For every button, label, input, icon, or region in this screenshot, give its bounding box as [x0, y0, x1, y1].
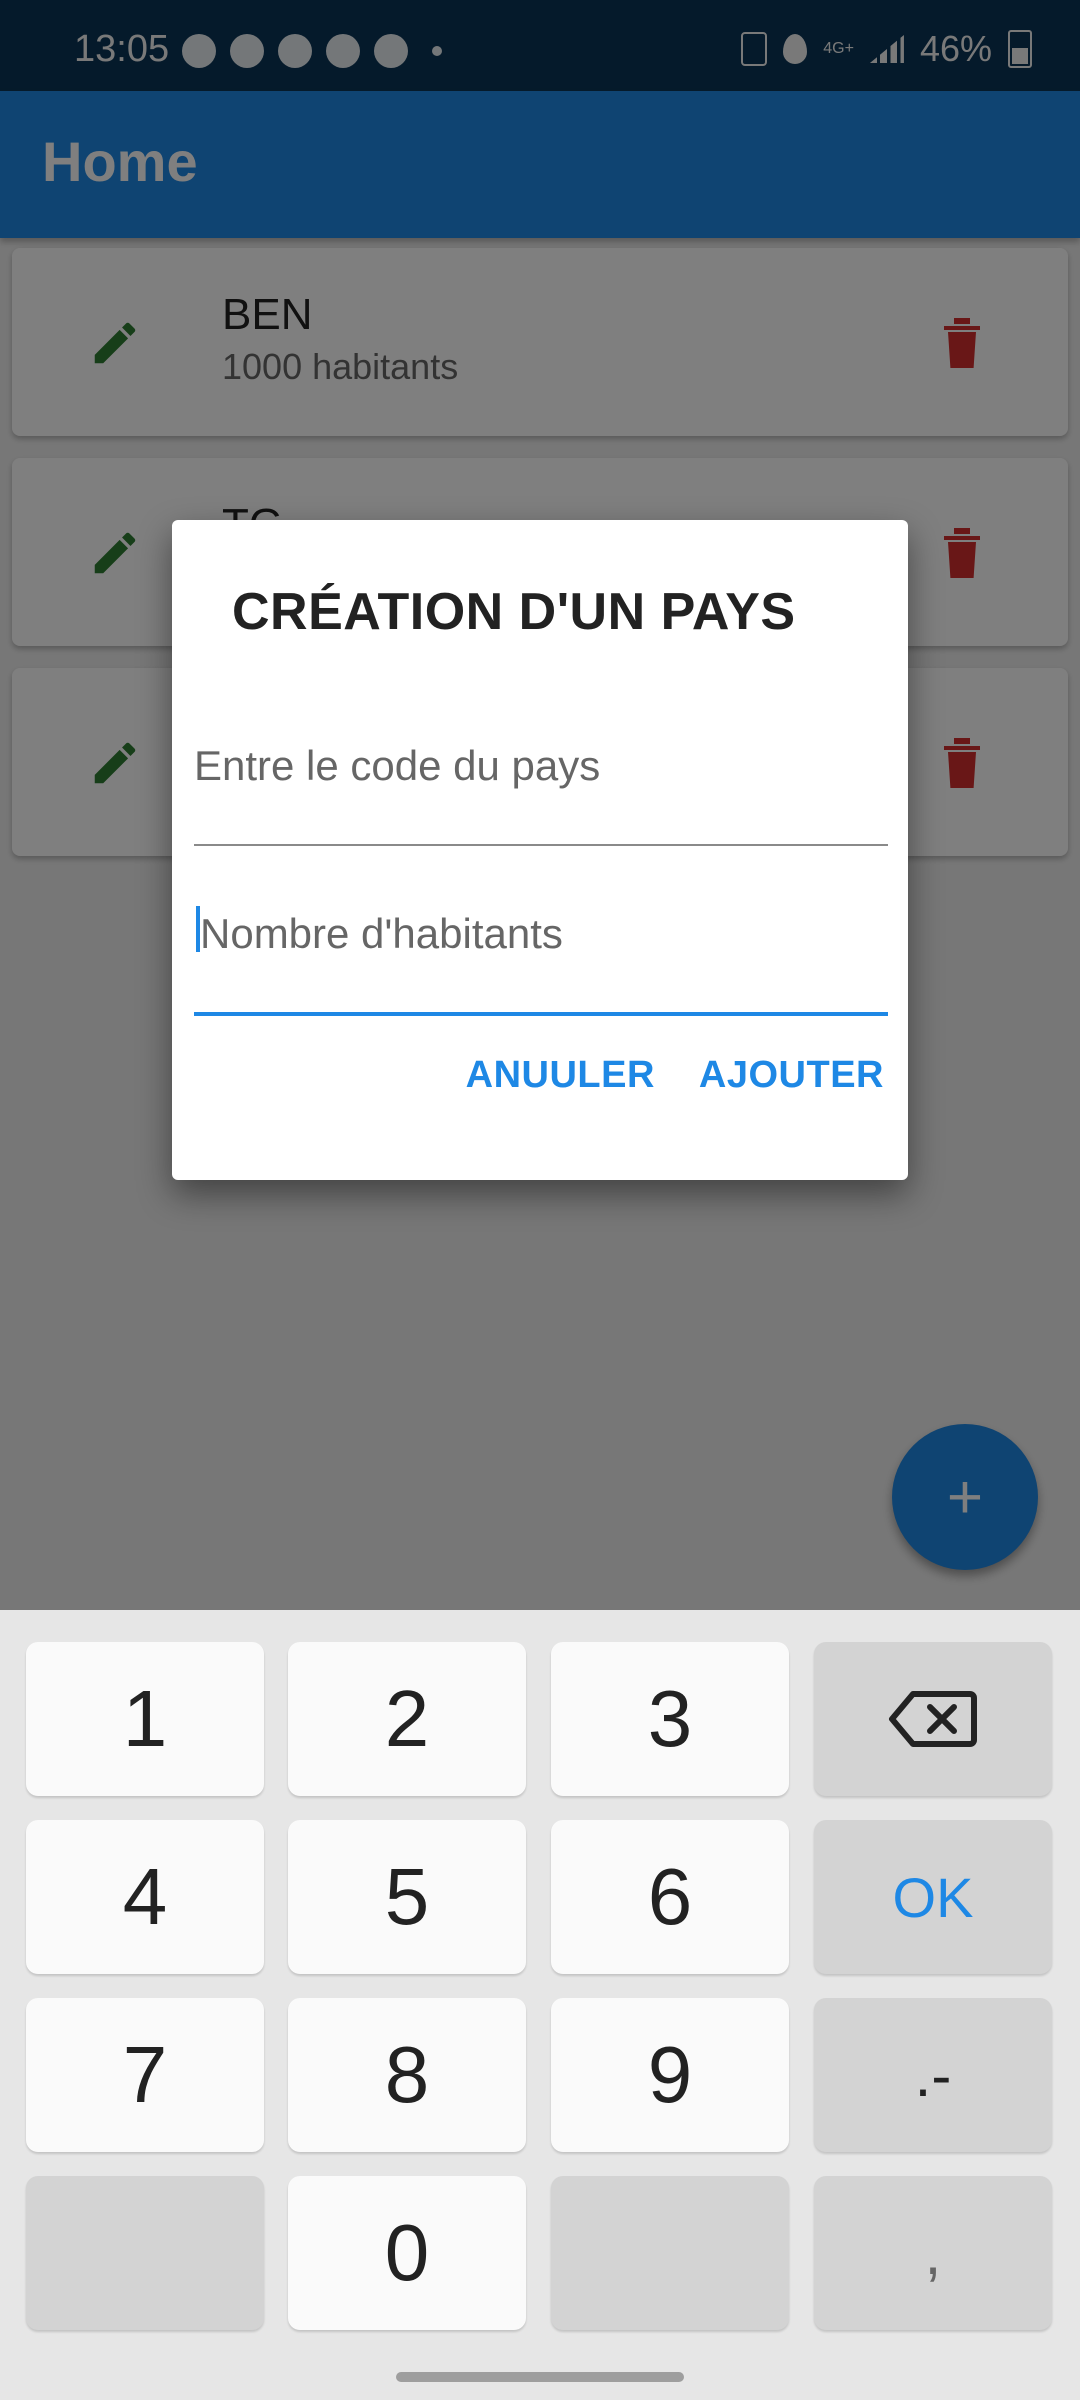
key-9[interactable]: 9	[551, 1998, 789, 2152]
create-country-dialog: CRÉATION D'UN PAYS Entre le code du pays…	[172, 520, 908, 1180]
key-4[interactable]: 4	[26, 1820, 264, 1974]
key-2[interactable]: 2	[288, 1642, 526, 1796]
country-code-placeholder: Entre le code du pays	[194, 742, 601, 789]
key-5[interactable]: 5	[288, 1820, 526, 1974]
dialog-title: CRÉATION D'UN PAYS	[232, 583, 796, 641]
input-underline-focused	[194, 1012, 888, 1016]
population-placeholder: Nombre d'habitants	[200, 910, 563, 957]
backspace-icon	[889, 1691, 977, 1747]
key-6[interactable]: 6	[551, 1820, 789, 1974]
dialog-actions: ANUULER AJOUTER	[466, 1054, 884, 1097]
empty-key-right	[551, 2176, 789, 2330]
key-1[interactable]: 1	[26, 1642, 264, 1796]
input-underline	[194, 844, 888, 846]
backspace-key[interactable]	[814, 1642, 1052, 1796]
numeric-keyboard: 1 2 3 4 5 6 OK 7 8 9 .- 0 ,	[0, 1610, 1080, 2400]
key-7[interactable]: 7	[26, 1998, 264, 2152]
comma-key[interactable]: ,	[814, 2176, 1052, 2330]
add-button[interactable]: AJOUTER	[699, 1054, 884, 1097]
country-code-input[interactable]: Entre le code du pays	[194, 730, 888, 850]
population-input[interactable]: Nombre d'habitants	[194, 898, 888, 1018]
cancel-button[interactable]: ANUULER	[466, 1054, 655, 1097]
empty-key-left	[26, 2176, 264, 2330]
key-3[interactable]: 3	[551, 1642, 789, 1796]
dot-minus-key[interactable]: .-	[814, 1998, 1052, 2152]
key-0[interactable]: 0	[288, 2176, 526, 2330]
ok-key[interactable]: OK	[814, 1820, 1052, 1974]
home-indicator[interactable]	[396, 2372, 684, 2382]
key-8[interactable]: 8	[288, 1998, 526, 2152]
